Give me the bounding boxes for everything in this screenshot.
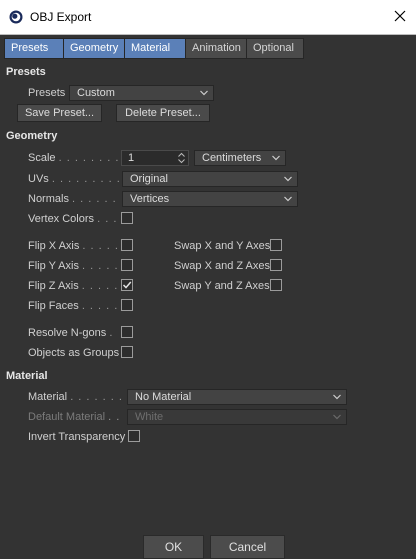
normals-dropdown[interactable]: Vertices xyxy=(122,191,298,207)
chevron-down-icon xyxy=(333,414,341,420)
swap-yz-label: Swap Y and Z Axes xyxy=(174,280,270,292)
flip-y-label: Flip Y Axis . . . . . xyxy=(28,260,119,272)
cinema4d-app-icon xyxy=(9,10,23,24)
uvs-label-text: UVs xyxy=(28,173,49,185)
delete-preset-button[interactable]: Delete Preset... xyxy=(116,104,210,122)
scale-input[interactable]: 1 xyxy=(121,150,189,166)
window-title: OBJ Export xyxy=(30,10,92,24)
checkmark-icon xyxy=(122,281,132,289)
flip-y-label-text: Flip Y Axis xyxy=(28,260,79,272)
chevron-down-icon xyxy=(333,394,341,400)
resolve-ngons-dots: . xyxy=(109,327,114,339)
flip-x-checkbox[interactable] xyxy=(121,239,133,251)
chevron-down-icon xyxy=(284,196,292,202)
flip-faces-dots: . . . . . xyxy=(81,300,119,312)
tab-presets[interactable]: Presets xyxy=(5,39,64,58)
scale-label: Scale . . . . . . . . xyxy=(28,152,119,164)
objects-as-groups-checkbox[interactable] xyxy=(121,346,133,358)
presets-dropdown[interactable]: Custom xyxy=(69,85,214,101)
chevron-down-icon xyxy=(200,90,208,96)
flip-faces-checkbox[interactable] xyxy=(121,299,133,311)
default-material-dropdown: White xyxy=(127,409,347,425)
material-label: Material . . . . . . . . xyxy=(28,391,131,403)
flip-faces-label: Flip Faces . . . . . xyxy=(28,300,118,312)
material-dots: . . . . . . . . xyxy=(70,391,132,403)
material-label-text: Material xyxy=(28,391,68,403)
material-heading: Material xyxy=(6,370,48,382)
default-material-label-text: Default Material xyxy=(28,411,106,423)
title-bar: OBJ Export xyxy=(0,0,416,35)
vertex-colors-checkbox[interactable] xyxy=(121,212,133,224)
vertex-colors-dots: . . . xyxy=(97,213,118,225)
default-material-label: Default Material . . xyxy=(28,411,120,423)
vertex-colors-label: Vertex Colors . . . xyxy=(28,213,117,225)
tab-geometry[interactable]: Geometry xyxy=(64,39,125,58)
save-preset-button[interactable]: Save Preset... xyxy=(17,104,102,122)
swap-xz-label: Swap X and Z Axes xyxy=(174,260,270,272)
flip-x-dots: . . . . . xyxy=(82,240,119,252)
tab-bar: Presets Geometry Material Animation Opti… xyxy=(4,38,304,59)
unit-dropdown[interactable]: Centimeters xyxy=(194,150,286,166)
flip-z-checkbox[interactable] xyxy=(121,279,133,291)
presets-heading: Presets xyxy=(6,66,46,78)
uvs-dropdown[interactable]: Original xyxy=(122,171,298,187)
uvs-value: Original xyxy=(130,173,168,185)
material-value: No Material xyxy=(135,391,192,403)
uvs-label: UVs . . . . . . . . . . xyxy=(28,173,129,185)
flip-z-label: Flip Z Axis . . . . . xyxy=(28,280,118,292)
ok-button[interactable]: OK xyxy=(143,535,204,559)
normals-label: Normals . . . . . . xyxy=(28,193,117,205)
vertex-colors-label-text: Vertex Colors xyxy=(28,213,95,225)
flip-y-dots: . . . . . xyxy=(82,260,119,272)
flip-y-checkbox[interactable] xyxy=(121,259,133,271)
swap-yz-checkbox[interactable] xyxy=(270,279,282,291)
resolve-ngons-checkbox[interactable] xyxy=(121,326,133,338)
invert-transparency-checkbox[interactable] xyxy=(128,430,140,442)
chevron-down-icon xyxy=(284,176,292,182)
flip-x-label: Flip X Axis . . . . . xyxy=(28,240,119,252)
normals-label-text: Normals xyxy=(28,193,69,205)
flip-z-label-text: Flip Z Axis xyxy=(28,280,79,292)
default-material-value: White xyxy=(135,411,164,423)
scale-value: 1 xyxy=(128,152,135,164)
close-icon[interactable] xyxy=(392,8,408,24)
flip-faces-label-text: Flip Faces xyxy=(28,300,79,312)
flip-x-label-text: Flip X Axis xyxy=(28,240,80,252)
tab-material[interactable]: Material xyxy=(125,39,186,58)
presets-value: Custom xyxy=(77,87,115,99)
normals-value: Vertices xyxy=(130,193,170,205)
flip-z-dots: . . . . . xyxy=(81,280,119,292)
tab-optional[interactable]: Optional xyxy=(247,39,303,58)
presets-label: Presets xyxy=(28,87,66,99)
resolve-ngons-label: Resolve N-gons . xyxy=(28,327,113,339)
geometry-heading: Geometry xyxy=(6,130,58,142)
objects-as-groups-label: Objects as Groups xyxy=(28,347,120,359)
cancel-button[interactable]: Cancel xyxy=(210,535,285,559)
chevron-down-icon xyxy=(272,155,280,161)
material-dropdown[interactable]: No Material xyxy=(127,389,347,405)
default-material-dots: . . xyxy=(108,411,121,423)
swap-xy-label: Swap X and Y Axes xyxy=(174,240,271,252)
tab-animation[interactable]: Animation xyxy=(186,39,247,58)
uvs-dots: . . . . . . . . . . xyxy=(51,173,129,185)
scale-dots: . . . . . . . . xyxy=(58,152,120,164)
unit-value: Centimeters xyxy=(202,152,262,164)
scale-label-text: Scale xyxy=(28,152,56,164)
normals-dots: . . . . . . xyxy=(72,193,117,205)
stepper-arrows-icon[interactable] xyxy=(178,152,185,164)
invert-transparency-label: Invert Transparency xyxy=(28,431,126,443)
swap-xz-checkbox[interactable] xyxy=(270,259,282,271)
swap-xy-checkbox[interactable] xyxy=(270,239,282,251)
resolve-ngons-label-text: Resolve N-gons xyxy=(28,327,107,339)
